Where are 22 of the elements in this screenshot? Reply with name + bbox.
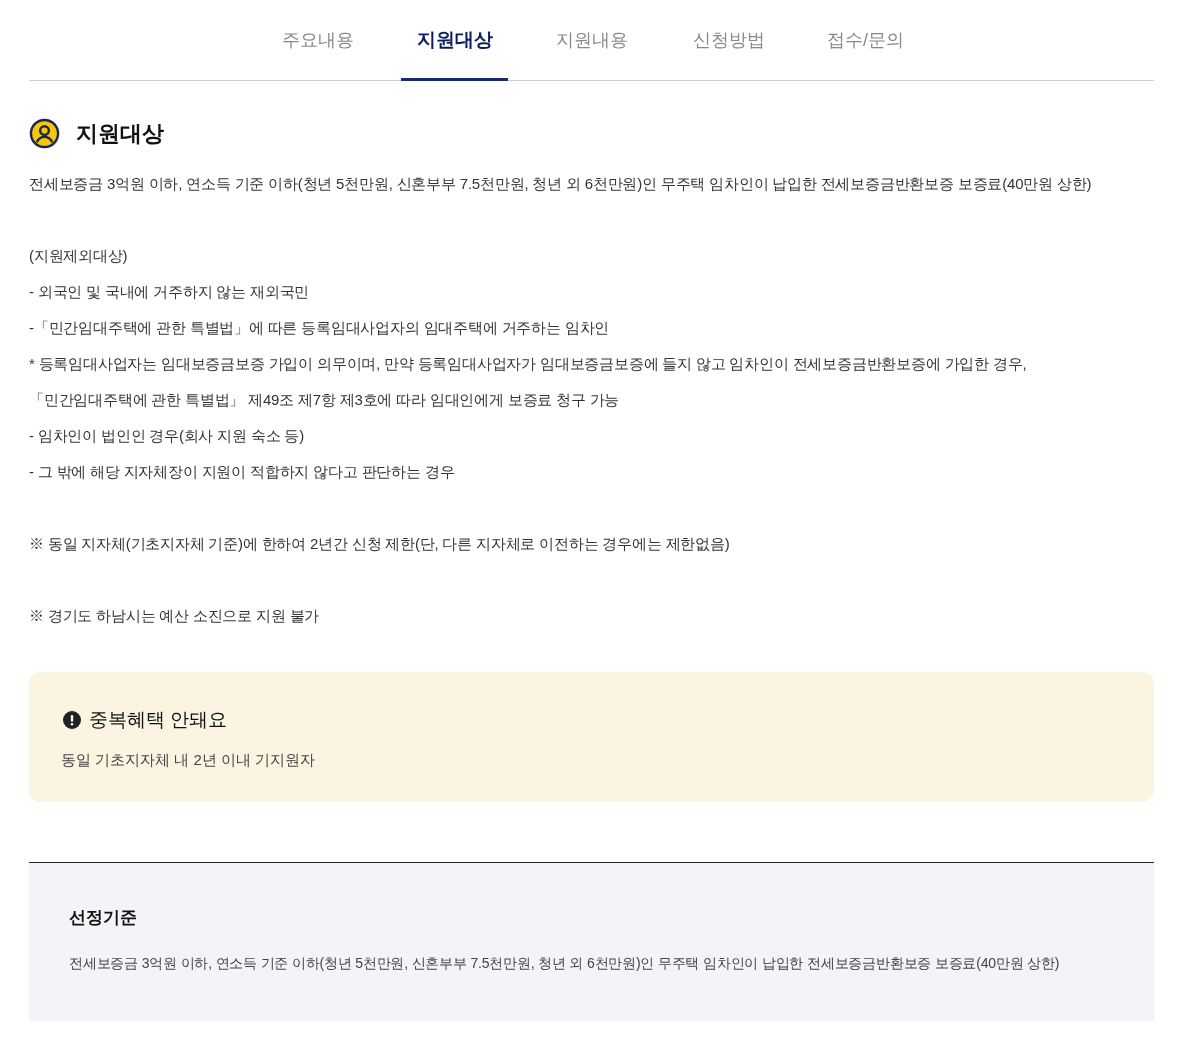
- body-text: - 임차인이 법인인 경우(회사 지원 숙소 등): [29, 426, 305, 446]
- criteria-text: 전세보증금 3억원 이하, 연소득 기준 이하(청년 5천만원, 신혼부부 7.5천만원, 청년 외 6천만원)인 무주택 임차인이 납입한 전세보증금반환보증 보증료(40만원 상한): [69, 953, 1061, 973]
- section-title: 지원대상: [76, 120, 164, 148]
- tab[interactable]: 주요내용: [264, 0, 371, 81]
- body-text: - 외국인 및 국내에 거주하지 않는 재외국민: [29, 282, 311, 302]
- tab[interactable]: 신청방법: [675, 0, 782, 81]
- tab[interactable]: 지원대상: [401, 0, 508, 81]
- notice-text: 동일 기초지자체 내 2년 이내 기지원자: [61, 749, 317, 770]
- body-text: - 그 밖에 해당 지자체장이 지원이 적합하지 않다고 판단하는 경우: [29, 462, 456, 482]
- criteria-title: 선정기준: [69, 907, 138, 929]
- body-text: ※ 경기도 하남시는 예산 소진으로 지원 불가: [29, 606, 321, 626]
- body-text: * 등록임대사업자는 임대보증금보증 가입이 의무이며, 만약 등록임대사업자가 임대보증금보증에 들지 않고 임차인이 전세보증금반환보증에 가입한 경우,: [29, 354, 1028, 374]
- body-text: 「민간임대주택에 관한 특별법」 제49조 제7항 제3호에 따라 임대인에게 보증료 청구 가능: [29, 390, 621, 410]
- body-text: (지원제외대상): [29, 246, 129, 266]
- body-text: 전세보증금 3억원 이하, 연소득 기준 이하(청년 5천만원, 신혼부부 7.5천만원, 청년 외 6천만원)인 무주택 임차인이 납입한 전세보증금반환보증 보증료(40만원 상한): [29, 174, 1093, 194]
- tab[interactable]: 지원내용: [538, 0, 645, 81]
- body-text: ※ 동일 지자체(기초지자체 기준)에 한하여 2년간 신청 제한(단, 다른 지자체로 이전하는 경우에는 제한없음): [29, 534, 731, 554]
- user-icon: [29, 118, 60, 149]
- exclamation-icon: [63, 711, 81, 730]
- notice-title: 중복혜택 안돼요: [89, 708, 228, 732]
- tab[interactable]: 접수/문의: [812, 0, 919, 81]
- body-text: -「민간임대주택에 관한 특별법」에 따른 등록임대사업자의 임대주택에 거주하는 임차인: [29, 318, 611, 338]
